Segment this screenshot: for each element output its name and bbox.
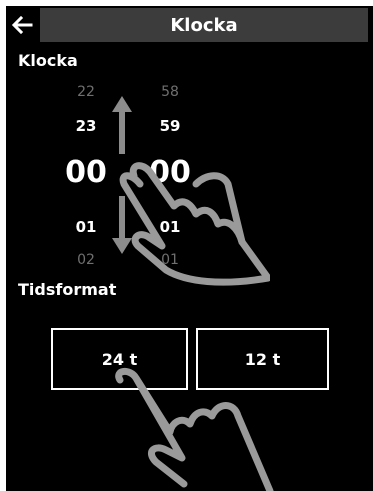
clock-section-label: Klocka (18, 51, 78, 70)
hour-prev1[interactable]: 23 (64, 117, 108, 135)
page-title-text: Klocka (170, 14, 238, 36)
back-button[interactable] (6, 10, 38, 40)
format-12h-label: 12 t (244, 349, 281, 369)
title-bar: Klocka (6, 6, 373, 44)
scroll-up-arrow-icon (112, 96, 132, 154)
screen: Klocka Klocka 22 23 00 01 02 58 59 00 01… (6, 6, 373, 491)
scroll-down-arrow-icon (112, 196, 132, 254)
format-24h-label: 24 t (101, 349, 138, 369)
minute-prev2: 58 (161, 84, 179, 100)
hour-next1[interactable]: 01 (64, 218, 108, 236)
minute-prev1[interactable]: 59 (148, 117, 192, 135)
minute-next1[interactable]: 01 (148, 218, 192, 236)
minute-selected: 00 (149, 155, 191, 190)
hour-selected: 00 (65, 155, 107, 190)
time-format-label: Tidsformat (18, 280, 117, 299)
format-24h-button[interactable]: 24 t (51, 328, 188, 390)
hour-next2: 02 (77, 252, 95, 268)
back-arrow-icon (11, 15, 33, 35)
minute-next2: 01 (161, 252, 179, 268)
page-title: Klocka (40, 8, 368, 42)
format-12h-button[interactable]: 12 t (196, 328, 329, 390)
hour-prev2: 22 (77, 84, 95, 100)
